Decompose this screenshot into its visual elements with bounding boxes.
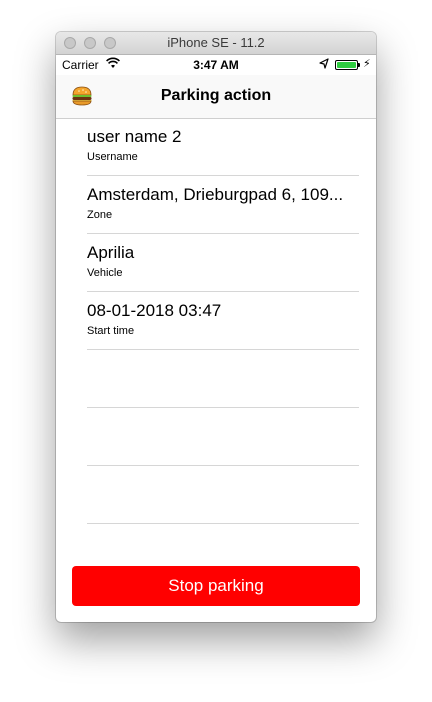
battery-tip xyxy=(358,63,360,67)
zone-label: Zone xyxy=(87,209,113,221)
empty-row xyxy=(87,350,359,408)
simulator-window: iPhone SE - 11.2 Carrier 3:47 AM ⚡ Parki… xyxy=(56,32,376,622)
start-time-label: Start time xyxy=(87,325,135,337)
battery-level xyxy=(337,62,356,68)
username-value: user name 2 xyxy=(87,127,182,146)
start-time-field[interactable]: 08-01-2018 03:47 Start time xyxy=(87,292,359,350)
start-time-value: 08-01-2018 03:47 xyxy=(87,301,222,320)
username-label: Username xyxy=(87,151,138,163)
status-bar: Carrier 3:47 AM ⚡ xyxy=(56,55,376,75)
window-titlebar[interactable]: iPhone SE - 11.2 xyxy=(56,32,376,55)
zone-value: Amsterdam, Drieburgpad 6, 109... xyxy=(87,185,344,204)
window-title: iPhone SE - 11.2 xyxy=(167,35,265,50)
empty-row xyxy=(87,408,359,466)
vehicle-field[interactable]: Aprilia Vehicle xyxy=(87,234,359,292)
vehicle-value: Aprilia xyxy=(87,243,135,262)
location-arrow-icon xyxy=(319,58,329,69)
battery-icon xyxy=(335,60,358,70)
stop-parking-button[interactable]: Stop parking xyxy=(72,566,360,606)
navigation-bar: Parking action xyxy=(56,75,376,119)
empty-row xyxy=(87,466,359,524)
page-title: Parking action xyxy=(160,87,272,104)
username-field[interactable]: user name 2 Username xyxy=(87,118,359,176)
zone-field[interactable]: Amsterdam, Drieburgpad 6, 109... Zone xyxy=(87,176,359,234)
vehicle-label: Vehicle xyxy=(87,267,123,279)
charging-icon: ⚡ xyxy=(363,58,371,70)
